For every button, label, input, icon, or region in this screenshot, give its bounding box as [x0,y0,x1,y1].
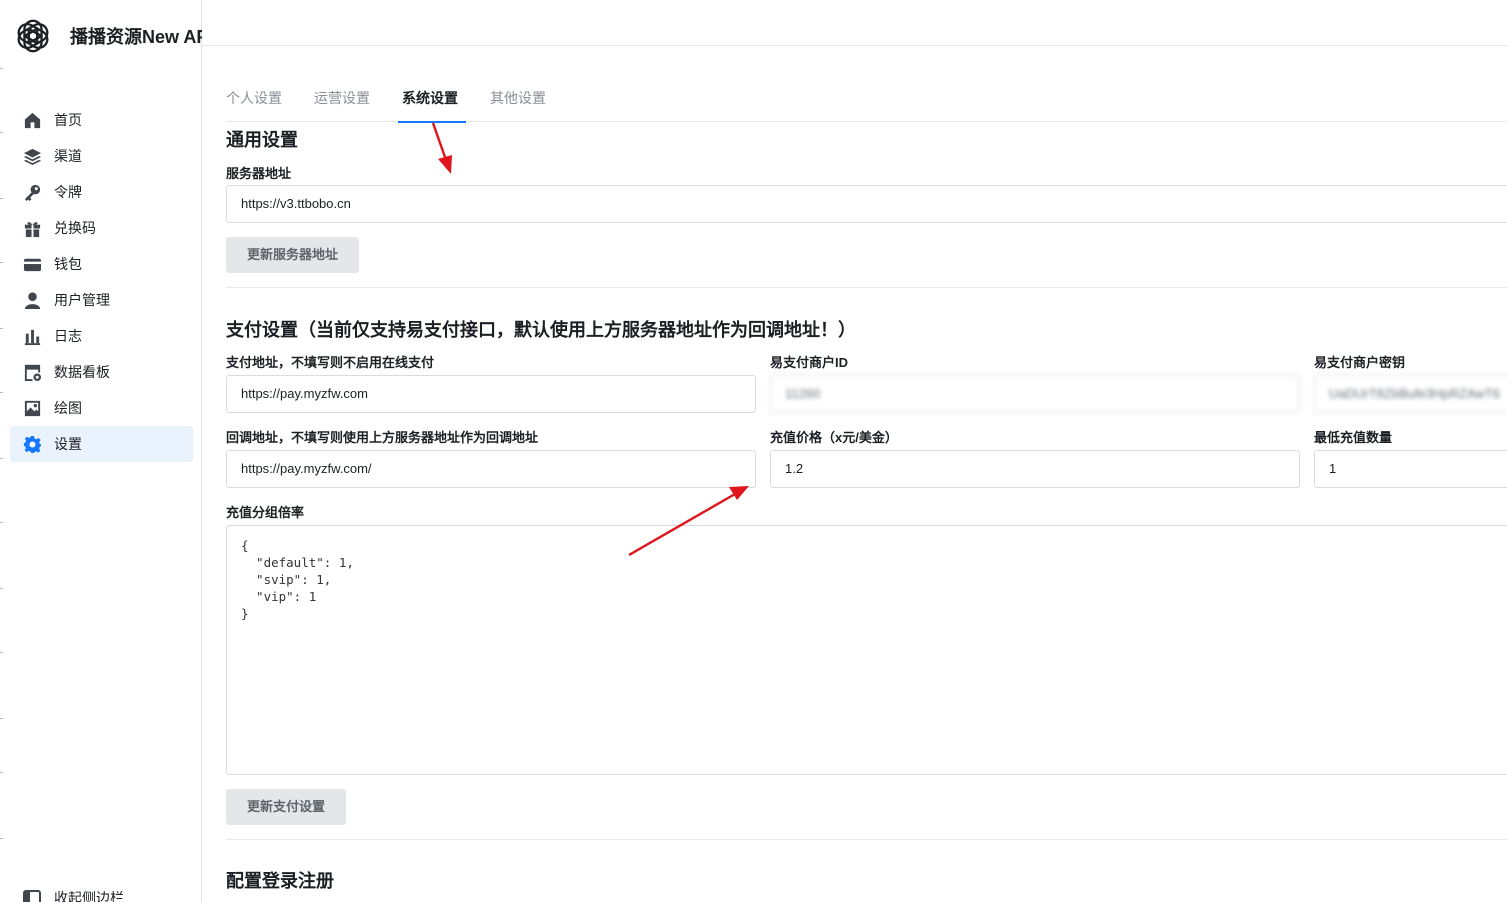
sidebar-item-drawing[interactable]: 绘图 [10,390,193,426]
sidebar-item-label: 设置 [54,436,82,452]
gear-icon [22,434,42,454]
user-icon [22,290,42,310]
gift-icon [22,218,42,238]
sidebar-item-label: 钱包 [54,256,82,272]
sidebar-item-home[interactable]: 首页 [10,102,193,138]
sidebar-item-wallet[interactable]: 钱包 [10,246,193,282]
sidebar-item-logs[interactable]: 日志 [10,318,193,354]
merchant-key-label: 易支付商户密钥 [1314,355,1406,370]
pay-address-input[interactable]: https://pay.myzfw.com [226,375,756,413]
group-ratio-label: 充值分组倍率 [226,505,305,520]
general-settings-title: 通用设置 [226,130,298,150]
sidebar-item-label: 令牌 [54,184,82,200]
tab-system-settings[interactable]: 系统设置 [398,76,466,123]
topup-price-label: 充值价格（x元/美金） [770,430,898,445]
payment-settings-title: 支付设置（当前仅支持易支付接口，默认使用上方服务器地址作为回调地址！） [226,320,856,340]
credit-card-icon [22,254,42,274]
layers-icon [22,146,42,166]
sidebar-item-label: 数据看板 [54,364,110,380]
sidebar-item-label: 用户管理 [54,292,110,308]
sidebar-item-label: 首页 [54,112,82,128]
key-icon [22,182,42,202]
sidebar-collapse-icon [23,890,41,902]
sidebar-item-label: 兑换码 [54,220,96,236]
image-icon [22,398,42,418]
collapse-sidebar-button[interactable]: 收起侧边栏 [22,888,124,902]
sidebar-item-label: 绘图 [54,400,82,416]
server-address-label: 服务器地址 [226,166,292,181]
window-edge [0,0,4,902]
section-divider [226,287,1507,288]
section-divider [226,839,1507,840]
bar-chart-icon [22,326,42,346]
group-ratio-textarea[interactable]: { "default": 1, "svip": 1, "vip": 1 } [226,525,1507,775]
server-address-input[interactable]: https://v3.ttbobo.cn [226,185,1507,223]
collapse-sidebar-label: 收起侧边栏 [54,890,124,902]
app-window: 播播资源New API 首页 渠道 令牌 兑换码 钱包 用户管理 日志 数据看板… [0,0,1507,902]
min-topup-label: 最低充值数量 [1314,430,1393,445]
sidebar-item-users[interactable]: 用户管理 [10,282,193,318]
sidebar-item-tokens[interactable]: 令牌 [10,174,193,210]
sidebar-item-channels[interactable]: 渠道 [10,138,193,174]
top-header [202,0,1507,46]
pay-address-label: 支付地址，不填写则不启用在线支付 [226,355,435,370]
home-icon [22,110,42,130]
dashboard-icon [22,362,42,382]
settings-tabs: 个人设置 运营设置 系统设置 其他设置 [226,76,1507,123]
login-settings-title: 配置登录注册 [226,871,334,891]
sidebar-nav: 首页 渠道 令牌 兑换码 钱包 用户管理 日志 数据看板 绘图 设置 [10,102,193,462]
sidebar: 播播资源New API 首页 渠道 令牌 兑换码 钱包 用户管理 日志 数据看板… [0,0,202,902]
merchant-id-input[interactable]: 11260 [770,375,1300,413]
tab-operation-settings[interactable]: 运营设置 [314,76,374,122]
update-payment-settings-button[interactable]: 更新支付设置 [226,789,347,825]
tab-other-settings[interactable]: 其他设置 [490,76,550,122]
brand-name: 播播资源New API [70,27,202,47]
topup-price-input[interactable]: 1.2 [770,450,1300,488]
sidebar-item-label: 渠道 [54,148,82,164]
settings-main: 个人设置 运营设置 系统设置 其他设置 通用设置 服务器地址 https://v… [202,46,1507,902]
sidebar-item-redeem[interactable]: 兑换码 [10,210,193,246]
callback-address-label: 回调地址，不填写则使用上方服务器地址作为回调地址 [226,430,539,445]
brand[interactable]: 播播资源New API [14,16,202,56]
callback-address-input[interactable]: https://pay.myzfw.com/ [226,450,756,488]
min-topup-input[interactable]: 1 [1314,450,1507,488]
tab-personal-settings[interactable]: 个人设置 [226,76,286,122]
merchant-key-input[interactable]: UaDUrT8ZbBufe3HpRZAwT6 [1314,375,1507,413]
openai-logo-icon [17,19,49,53]
sidebar-item-dashboard[interactable]: 数据看板 [10,354,193,390]
sidebar-item-label: 日志 [54,328,82,344]
sidebar-item-settings[interactable]: 设置 [10,426,193,462]
update-server-address-button[interactable]: 更新服务器地址 [226,237,360,273]
merchant-id-label: 易支付商户ID [770,355,849,370]
